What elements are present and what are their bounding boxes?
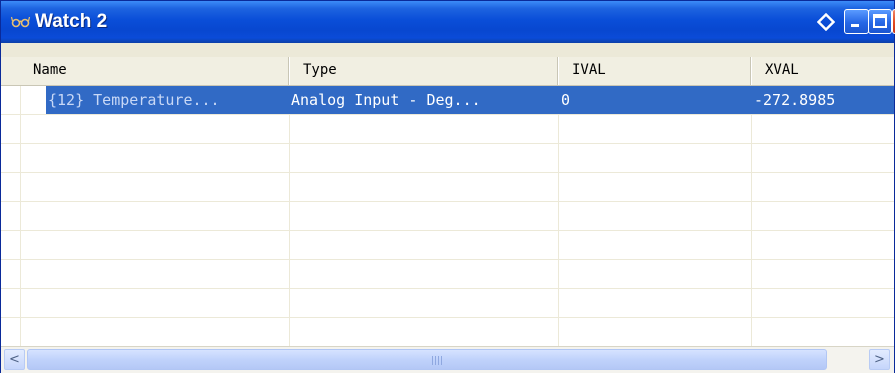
column-header-ival[interactable]: IVAL xyxy=(559,57,752,85)
table-row-empty[interactable] xyxy=(1,144,894,173)
watch-window: Watch 2 Name Type IVAL XVAL {12} Tempera… xyxy=(0,0,895,373)
table-row-empty[interactable] xyxy=(1,318,894,347)
table-row[interactable]: {12} Temperature... Analog Input - Deg..… xyxy=(1,86,894,115)
cell-xval: -272.8985 xyxy=(754,91,836,109)
column-header: Name Type IVAL XVAL xyxy=(1,57,894,86)
watch-grid: {12} Temperature... Analog Input - Deg..… xyxy=(1,86,894,347)
arrow-right-icon: > xyxy=(874,352,885,367)
table-row-empty[interactable] xyxy=(1,202,894,231)
minimize-button[interactable] xyxy=(844,9,869,34)
scroll-right-button[interactable]: > xyxy=(869,349,890,370)
table-row-empty[interactable] xyxy=(1,231,894,260)
header-gap xyxy=(1,43,894,57)
column-header-xval[interactable]: XVAL xyxy=(752,57,894,85)
cell-ival: 0 xyxy=(561,91,571,109)
maximize-icon xyxy=(873,14,887,28)
scroll-left-button[interactable]: < xyxy=(4,349,25,370)
diamond-icon[interactable] xyxy=(817,13,835,31)
column-header-type[interactable]: Type xyxy=(290,57,559,85)
cell-type: Analog Input - Deg... xyxy=(291,91,481,109)
table-row-empty[interactable] xyxy=(1,173,894,202)
title-bar[interactable]: Watch 2 xyxy=(1,1,894,43)
glasses-icon xyxy=(11,16,31,28)
arrow-left-icon: < xyxy=(9,352,20,367)
maximize-button[interactable] xyxy=(868,9,892,34)
table-row-empty[interactable] xyxy=(1,289,894,318)
column-header-name[interactable]: Name xyxy=(20,57,290,85)
horizontal-scrollbar[interactable]: < > xyxy=(1,346,894,373)
scroll-thumb[interactable] xyxy=(27,349,827,370)
table-row-empty[interactable] xyxy=(1,260,894,289)
table-row-empty[interactable] xyxy=(1,115,894,144)
grip-icon xyxy=(432,356,442,365)
cell-name: {12} Temperature... xyxy=(48,91,220,109)
minimize-icon xyxy=(851,24,859,27)
window-title: Watch 2 xyxy=(35,11,108,32)
